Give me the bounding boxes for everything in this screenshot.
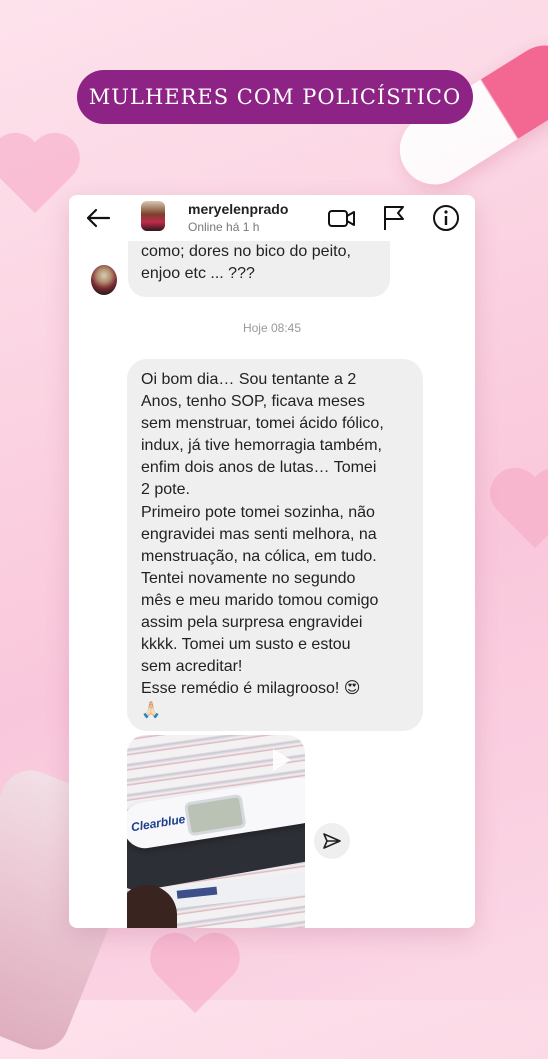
message-line: Tentei novamente no segundo <box>141 569 356 587</box>
chat-screenshot: meryelenprado Online há 1 h como; dores … <box>69 195 475 928</box>
banner-title: MULHERES COM POLICÍSTICO <box>88 85 462 109</box>
avatar[interactable] <box>91 265 117 295</box>
brand-label: Clearblue <box>130 811 187 835</box>
message-line: assim pela surpresa engravidei <box>141 614 363 632</box>
message-line: Primeiro pote tomei sozinha, não <box>141 503 375 521</box>
test-display <box>183 793 247 837</box>
message-line: Oi bom dia… Sou tentante a 2 <box>141 371 357 388</box>
message-line: sem menstruar, tomei ácido fólico, <box>141 415 384 433</box>
send-icon <box>323 833 341 849</box>
avatar[interactable] <box>141 201 165 231</box>
message-bubble[interactable]: Oi bom dia… Sou tentante a 2 Anos, tenho … <box>127 359 423 731</box>
message-line: indux, já tive hemorragia também, <box>141 437 382 455</box>
message-line: menstruação, na cólica, em tudo. <box>141 547 377 565</box>
video-message[interactable]: Clearblue <box>127 735 305 928</box>
back-arrow-icon[interactable] <box>83 203 113 233</box>
heart-decoration <box>150 935 240 1015</box>
message-line: mês e meu marido tomou comigo <box>141 591 379 609</box>
message-line: kkkk. Tomei um susto e estou <box>141 636 351 654</box>
share-button[interactable] <box>314 823 350 859</box>
message-text: Oi bom dia… Sou tentante a 2 Anos, tenho … <box>141 369 415 723</box>
message-line: Esse remédio é milagrooso! 😍 <box>141 680 361 698</box>
message-text: como; dores no bico do peito, enjoo etc … <box>141 243 351 282</box>
flag-icon[interactable] <box>379 203 409 233</box>
message-timestamp: Hoje 08:45 <box>242 321 302 335</box>
message-line: enfim dois anos de lutas… Tomei <box>141 459 377 477</box>
info-icon[interactable] <box>431 203 461 233</box>
play-icon[interactable] <box>273 749 291 771</box>
message-line: engravidei mas senti melhora, na <box>141 525 377 543</box>
message-line: sem acreditar! <box>141 658 243 676</box>
message-line: 2 pote. <box>141 481 190 499</box>
online-status: Online há 1 h <box>188 220 260 234</box>
heart-decoration <box>490 470 548 550</box>
chat-header: meryelenprado Online há 1 h <box>69 195 475 241</box>
message-bubble[interactable]: como; dores no bico do peito, enjoo etc … <box>128 241 390 297</box>
video-call-icon[interactable] <box>327 203 357 233</box>
heart-decoration <box>0 135 80 215</box>
title-banner: MULHERES COM POLICÍSTICO <box>77 70 473 124</box>
message-line: Anos, tenho SOP, ficava meses <box>141 393 365 411</box>
username[interactable]: meryelenprado <box>188 201 288 217</box>
message-line: 🙏🏻 <box>141 702 161 720</box>
